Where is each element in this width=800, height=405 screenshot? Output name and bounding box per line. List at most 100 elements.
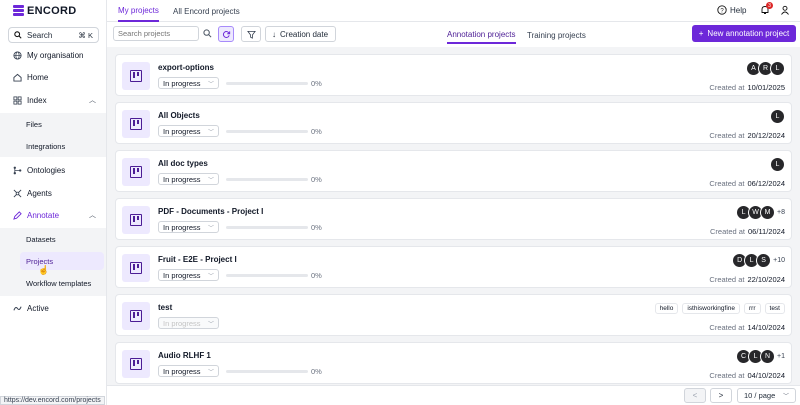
tag: hello [654,303,679,314]
sidebar-item-active[interactable]: Active [0,299,106,317]
project-card[interactable]: export-options In progress ﹀ 0% A R L Cre… [115,54,792,96]
created-date: 06/11/2024 [748,227,785,236]
user-icon[interactable] [780,5,790,15]
project-board-icon [122,62,150,90]
search-icon [202,29,211,38]
status-select[interactable]: In progress ﹀ [158,269,219,281]
sidebar-item-datasets[interactable]: Datasets [26,231,56,247]
filter-button[interactable] [241,26,261,42]
sort-button[interactable]: ↓ Creation date [265,26,336,42]
progress-bar [226,226,308,229]
sidebar-item-annotate[interactable]: Annotate ︿ [0,206,106,224]
project-title[interactable]: All doc types [158,159,208,168]
status-select[interactable]: In progress ﹀ [158,125,219,137]
tab-training-projects[interactable]: Training projects [527,26,586,44]
collaborator-avatars: L W M +8 [736,205,785,220]
status-select[interactable]: In progress ﹀ [158,365,219,377]
status-value: In progress [163,318,201,328]
chevron-down-icon: ﹀ [207,177,214,184]
sort-label: Creation date [280,29,329,39]
created-at: Created at 22/10/2024 [709,275,785,284]
project-card[interactable]: PDF - Documents - Project I In progress ﹀… [115,198,792,240]
project-card[interactable]: All Objects In progress ﹀ 0% L Created at… [115,102,792,144]
project-search-input[interactable] [113,26,199,41]
project-card[interactable]: Fruit - E2E - Project I In progress ﹀ 0% … [115,246,792,288]
progress-percent: 0% [311,175,322,184]
sidebar-item-agents[interactable]: Agents [0,184,106,202]
active-icon [13,304,22,313]
sidebar-item-label: Index [27,95,47,105]
status-select[interactable]: In progress ﹀ [158,77,219,89]
sidebar-item-files[interactable]: Files [26,116,42,132]
chevron-down-icon: ﹀ [207,225,214,232]
project-board-icon [122,158,150,186]
arrow-down-icon: ↓ [272,29,276,39]
project-card[interactable]: test In progress ﹀ hello isthisworkingfin… [115,294,792,336]
next-page-button[interactable]: > [710,388,732,403]
status-bar-url: https://dev.encord.com/projects [0,396,105,405]
tag: test [764,303,785,314]
status-value: In progress [163,174,201,184]
project-board-icon [122,206,150,234]
project-card[interactable]: Audio RLHF 1 In progress ﹀ 0% C L N +1 Cr… [115,342,792,384]
project-title[interactable]: test [158,303,172,312]
avatar: N [760,349,776,364]
sidebar-item-label: My organisation [27,50,84,60]
more-collaborators-count: +10 [773,257,785,264]
sidebar-item-ontologies[interactable]: Ontologies [0,161,106,179]
progress-percent: 0% [311,127,322,136]
project-card[interactable]: All doc types In progress ﹀ 0% L Created … [115,150,792,192]
global-search-button[interactable]: Search ⌘ K [8,27,99,43]
previous-page-button[interactable]: < [684,388,706,403]
created-date: 14/10/2024 [747,323,785,332]
sidebar-item-index[interactable]: Index ︿ [0,91,106,109]
chevron-up-icon: ︿ [89,212,96,219]
progress-bar [226,178,308,181]
avatar: M [760,205,776,220]
status-value: In progress [163,222,201,232]
tab-my-projects[interactable]: My projects [118,0,159,22]
project-tags: hello isthisworkingfine rrr test [654,303,785,314]
project-title[interactable]: Audio RLHF 1 [158,351,211,360]
chevron-down-icon: ﹀ [782,394,789,400]
help-button[interactable]: ? Help [717,5,746,15]
status-select[interactable]: In progress ﹀ [158,221,219,233]
avatar: S [756,253,772,268]
chevron-up-icon: ︿ [89,97,96,104]
created-at: Created at 04/10/2024 [709,371,785,380]
created-label: Created at [709,371,745,380]
progress-percent: 0% [311,271,322,280]
grid-icon [13,95,22,105]
tab-all-encord-projects[interactable]: All Encord projects [173,0,240,22]
encord-logo[interactable]: ENCORD [13,4,76,18]
created-at: Created at 20/12/2024 [709,131,785,140]
brand-name: ENCORD [27,5,77,17]
status-select: In progress ﹀ [158,317,219,329]
collaborator-avatars: A R L [746,61,785,76]
created-date: 22/10/2024 [747,275,785,284]
tab-annotation-projects[interactable]: Annotation projects [447,26,516,44]
sidebar-item-integrations[interactable]: Integrations [26,138,65,154]
page-size-select[interactable]: 10 / page ﹀ [737,388,796,403]
search-label: Search [27,30,53,40]
search-icon [14,31,22,39]
project-title[interactable]: PDF - Documents - Project I [158,207,263,216]
chevron-down-icon: ﹀ [207,81,214,88]
chevron-down-icon: ﹀ [207,321,214,328]
sidebar-item-my-organisation[interactable]: My organisation [0,46,106,64]
chevron-down-icon: ﹀ [207,129,214,136]
project-title[interactable]: All Objects [158,111,200,120]
sidebar-item-home[interactable]: Home [0,68,106,86]
project-title[interactable]: Fruit - E2E - Project I [158,255,237,264]
status-select[interactable]: In progress ﹀ [158,173,219,185]
sidebar-item-label: Ontologies [27,165,66,175]
project-board-icon [122,254,150,282]
new-annotation-project-button[interactable]: + New annotation project [692,25,796,42]
refresh-icon [222,30,230,38]
created-label: Created at [709,83,745,92]
project-title[interactable]: export-options [158,63,214,72]
sidebar-item-workflow-templates[interactable]: Workflow templates [26,275,91,291]
refresh-button[interactable] [218,26,234,42]
project-search-button[interactable] [200,26,214,41]
collaborator-avatars: L [770,109,785,124]
